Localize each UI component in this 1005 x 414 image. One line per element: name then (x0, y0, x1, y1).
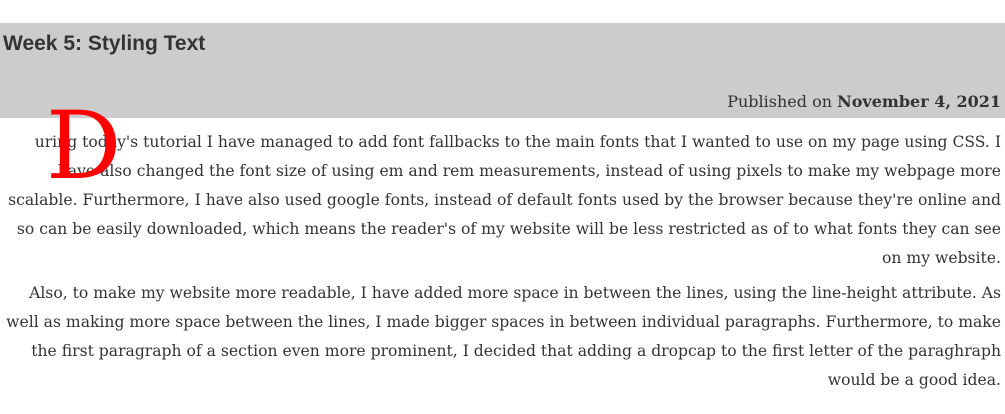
published-date: November 4, 2021 (837, 92, 1001, 111)
paragraph-1: uring today's tutorial I have managed to… (8, 133, 1001, 267)
article-body: uring today's tutorial I have managed to… (4, 128, 1001, 401)
published-line: Published on November 4, 2021 (727, 91, 1001, 113)
page-title: Week 5: Styling Text (3, 32, 206, 55)
paragraph-2: Also, to make my website more readable, … (6, 284, 1001, 389)
post-header: Week 5: Styling Text Published on Novemb… (0, 23, 1005, 118)
published-prefix: Published on (727, 92, 838, 111)
dropcap-letter: D (46, 92, 122, 201)
page: Week 5: Styling Text Published on Novemb… (0, 0, 1005, 414)
